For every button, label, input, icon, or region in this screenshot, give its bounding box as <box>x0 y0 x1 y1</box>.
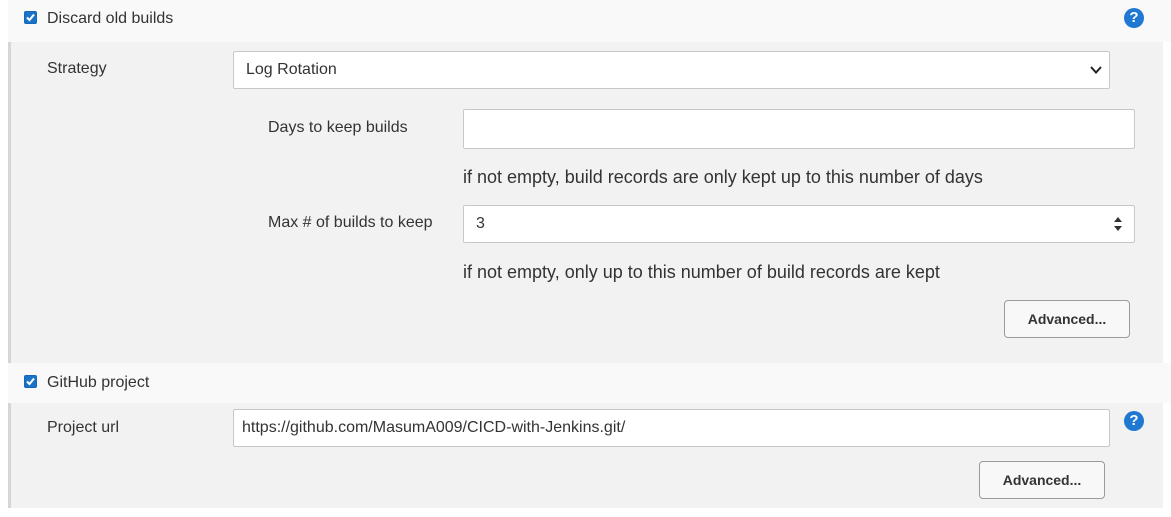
max-builds-input[interactable]: 3 <box>463 205 1135 243</box>
discard-old-builds-checkbox[interactable] <box>24 11 37 24</box>
help-icon[interactable]: ? <box>1124 411 1144 431</box>
strategy-selected-value: Log Rotation <box>246 61 337 78</box>
max-builds-hint: if not empty, only up to this number of … <box>463 262 940 282</box>
discard-old-builds-panel <box>8 42 1163 363</box>
strategy-label: Strategy <box>47 60 107 77</box>
advanced-button[interactable]: Advanced... <box>1004 300 1130 338</box>
project-url-label: Project url <box>47 419 120 436</box>
project-url-input[interactable]: https://github.com/MasumA009/CICD-with-J… <box>233 409 1110 447</box>
check-icon <box>26 13 35 22</box>
help-icon[interactable]: ? <box>1124 8 1144 28</box>
days-to-keep-label: Days to keep builds <box>268 119 408 136</box>
days-to-keep-hint: if not empty, build records are only kep… <box>463 167 983 187</box>
days-to-keep-input[interactable] <box>463 109 1135 149</box>
github-project-checkbox[interactable] <box>24 375 37 388</box>
github-project-label[interactable]: GitHub project <box>47 374 149 392</box>
github-project-header <box>8 363 1171 403</box>
check-icon <box>26 377 35 386</box>
discard-old-builds-label[interactable]: Discard old builds <box>47 10 173 28</box>
max-builds-label: Max # of builds to keep <box>268 214 433 231</box>
spinner-arrows-icon[interactable] <box>1112 215 1124 233</box>
strategy-select[interactable]: Log Rotation <box>233 51 1110 89</box>
max-builds-value: 3 <box>476 215 485 232</box>
advanced-button[interactable]: Advanced... <box>979 461 1105 499</box>
discard-old-builds-header <box>8 0 1171 42</box>
chevron-down-icon <box>1090 66 1102 74</box>
